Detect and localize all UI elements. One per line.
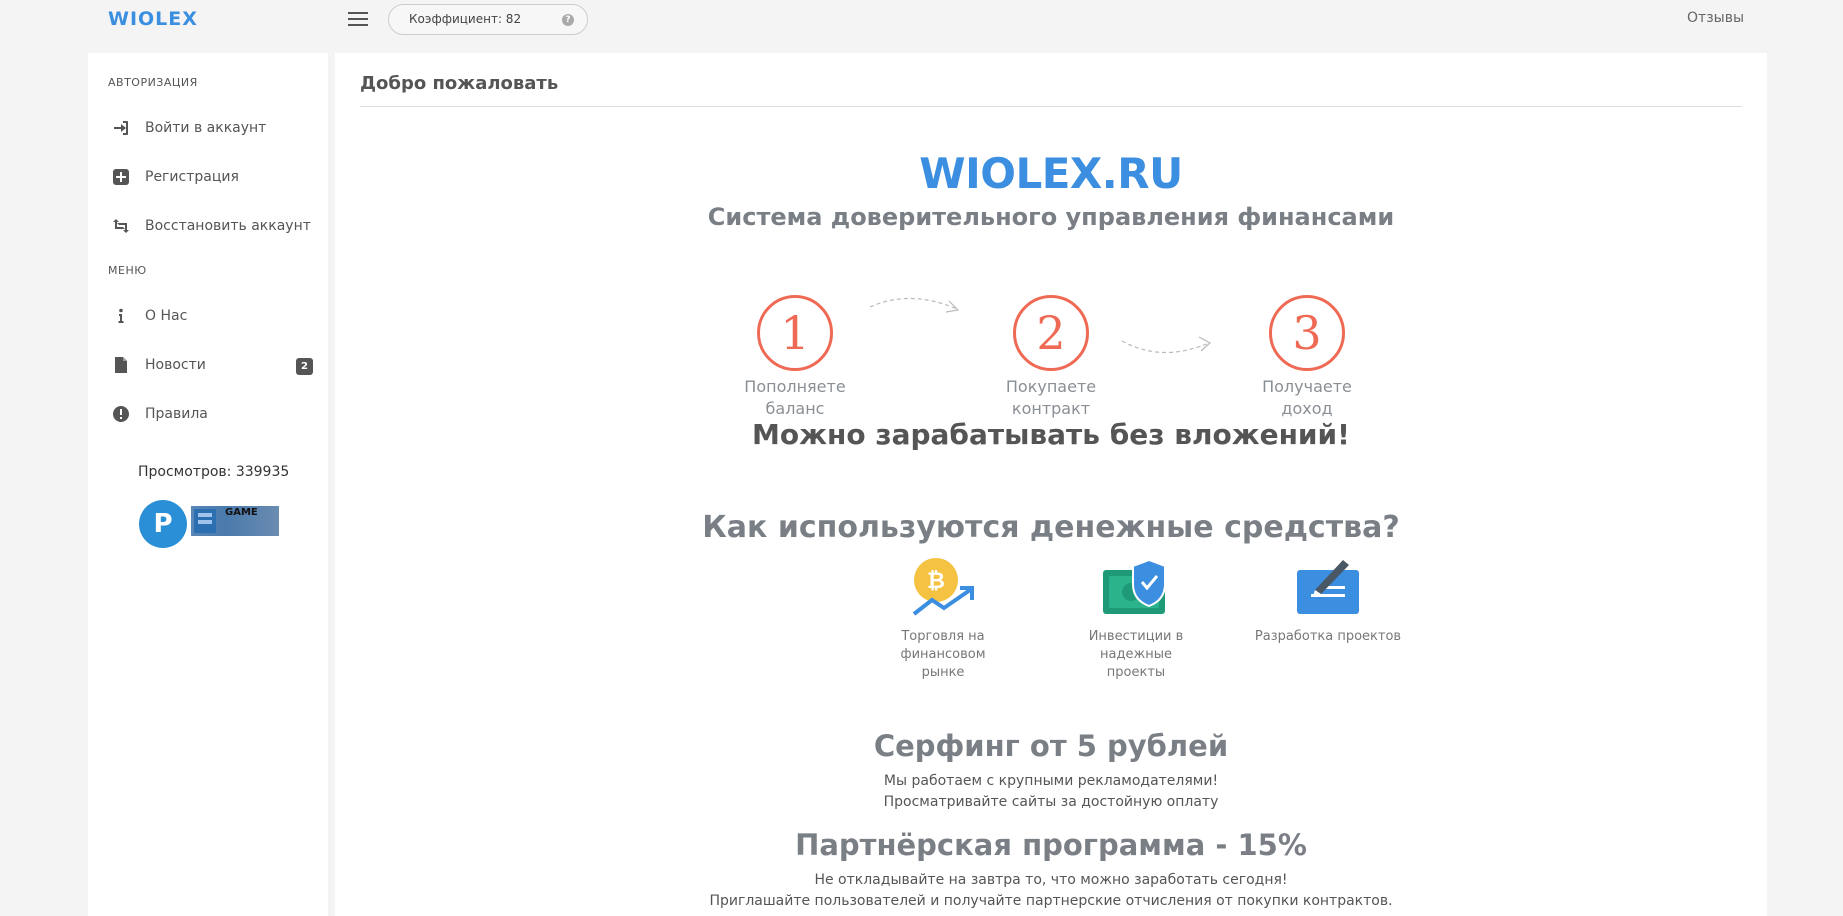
sidebar-item-register[interactable]: Регистрация (108, 165, 313, 193)
use-investments: Инвестиции в надежные проекты (1051, 556, 1221, 682)
game-banner-graphic (194, 509, 216, 533)
menu-heading: МЕНЮ (108, 264, 147, 277)
sidebar-item-label: Правила (145, 406, 208, 422)
step-caption-line1: Покупаете (1005, 377, 1097, 396)
exclamation-circle-icon (112, 405, 130, 423)
bitcoin-growth-icon: ₿ (912, 558, 974, 616)
brand-logo[interactable]: WIOLEX (108, 8, 198, 30)
coefficient-label: Коэффициент: 82 (409, 12, 522, 26)
news-count-badge: 2 (296, 358, 313, 375)
payeer-banner-letter: P (153, 509, 173, 539)
site-logo: WIOLEX.RU (919, 149, 1183, 198)
step-caption-line1: Получаете (1262, 377, 1352, 396)
game-banner[interactable]: GAME (191, 506, 279, 536)
coefficient-pill[interactable]: Коэффициент: 82 ? (388, 4, 588, 35)
use-caption-line1: Торговля на финансовом (900, 629, 986, 662)
step-2: 2 Покупаете контракт (981, 295, 1121, 420)
tagline: Система доверительного управления финанс… (707, 203, 1395, 231)
help-icon[interactable]: ? (562, 14, 574, 26)
surf-title: Серфинг от 5 рублей (873, 729, 1229, 763)
main-content: Добро пожаловать WIOLEX.RU Система довер… (335, 53, 1767, 916)
money-shield-icon (1103, 558, 1166, 614)
sidebar: АВТОРИЗАЦИЯ Войти в аккаунт Регистрация … (88, 53, 328, 916)
sidebar-item-login[interactable]: Войти в аккаунт (108, 116, 313, 144)
file-icon (112, 356, 130, 374)
arrow-1-icon (869, 297, 960, 313)
sign-in-icon (112, 119, 130, 137)
plus-square-icon (112, 168, 130, 186)
reviews-link[interactable]: Отзывы (1687, 10, 1744, 26)
arrow-2-icon (1121, 336, 1212, 354)
step-number: 2 (1013, 295, 1089, 371)
partner-line-2: Приглашайте пользователей и получайте па… (709, 893, 1393, 909)
surf-line-2: Просматривайте сайты за достойную оплату (883, 794, 1219, 810)
views-counter: Просмотров: 339935 (138, 464, 290, 480)
use-development: Разработка проектов (1243, 556, 1413, 646)
sidebar-item-label: Регистрация (145, 169, 239, 185)
pen-board-icon (1297, 560, 1359, 614)
step-caption-line2: баланс (765, 399, 825, 418)
menu-toggle-icon[interactable] (348, 12, 368, 26)
step-number: 1 (757, 295, 833, 371)
step-number: 3 (1269, 295, 1345, 371)
auth-heading: АВТОРИЗАЦИЯ (108, 76, 198, 89)
step-1: 1 Пополняете баланс (725, 295, 865, 420)
sidebar-item-label: Войти в аккаунт (145, 120, 267, 136)
partner-line-1: Не откладывайте на завтра то, что можно … (814, 872, 1288, 888)
payeer-banner[interactable]: P (139, 500, 187, 548)
svg-text:₿: ₿ (927, 569, 945, 594)
headline: Можно зарабатывать без вложений! (752, 418, 1350, 451)
partner-title: Партнёрская программа - 15% (795, 828, 1307, 862)
use-caption-line2: проекты (1106, 665, 1166, 680)
top-bar: WIOLEX Коэффициент: 82 ? Отзывы (0, 0, 1843, 38)
sidebar-item-about[interactable]: О Нас (108, 304, 313, 332)
how-title: Как используются денежные средства? (702, 510, 1400, 545)
use-caption-line1: Инвестиции в надежные (1088, 629, 1184, 662)
game-banner-text: GAME (225, 507, 258, 518)
sidebar-item-rules[interactable]: Правила (108, 402, 313, 430)
step-caption-line2: доход (1281, 399, 1333, 418)
retweet-icon (112, 217, 130, 235)
title-divider (360, 106, 1742, 107)
sidebar-item-label: Новости (145, 357, 206, 373)
page-title: Добро пожаловать (360, 73, 559, 94)
sidebar-item-news[interactable]: Новости 2 (108, 353, 313, 381)
step-caption-line2: контракт (1011, 399, 1091, 418)
use-trading: ₿ Торговля на финансовом рынке (858, 556, 1028, 682)
info-icon (112, 307, 130, 325)
step-caption-line1: Пополняете (744, 377, 846, 396)
use-caption-line1: Разработка проектов (1254, 629, 1402, 644)
sidebar-item-restore[interactable]: Восстановить аккаунт (108, 214, 313, 242)
sidebar-item-label: О Нас (145, 308, 188, 324)
surf-line-1: Мы работаем с крупными рекламодателями! (883, 773, 1219, 789)
sidebar-item-label: Восстановить аккаунт (145, 218, 311, 234)
step-3: 3 Получаете доход (1237, 295, 1377, 420)
use-caption-line2: рынке (921, 665, 965, 680)
